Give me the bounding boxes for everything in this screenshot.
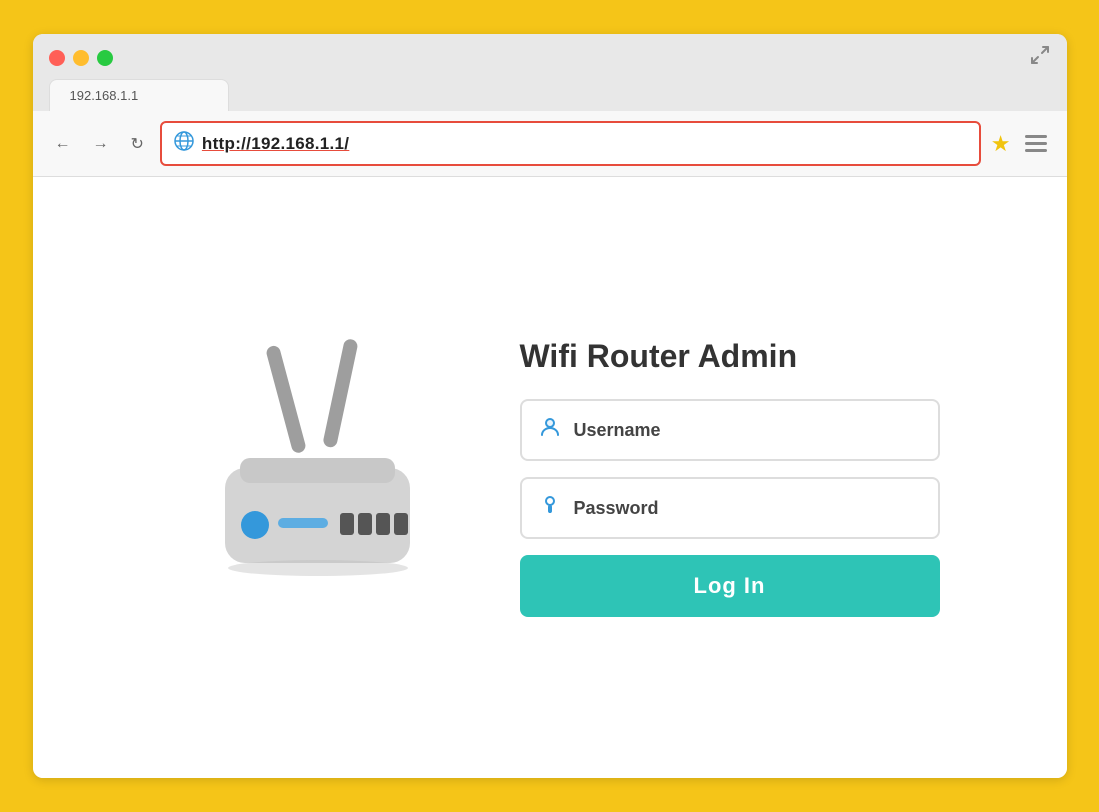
login-form: Wifi Router Admin Username (520, 338, 940, 617)
login-button[interactable]: Log In (520, 555, 940, 617)
forward-button[interactable]: → (87, 131, 115, 157)
tab-label: 192.168.1.1 (70, 88, 139, 103)
password-icon (538, 493, 562, 523)
login-title: Wifi Router Admin (520, 338, 940, 375)
menu-line-3 (1025, 149, 1047, 152)
menu-line-2 (1025, 142, 1047, 145)
minimize-button[interactable] (73, 50, 89, 66)
menu-icon[interactable] (1021, 131, 1051, 156)
username-label: Username (574, 420, 661, 441)
browser-window: 192.168.1.1 ← → ↻ http://192. (33, 34, 1067, 778)
password-field[interactable]: Password (520, 477, 940, 539)
page-content: Wifi Router Admin Username (33, 177, 1067, 778)
username-icon (538, 415, 562, 445)
outer-border: 192.168.1.1 ← → ↻ http://192. (25, 26, 1075, 786)
username-field[interactable]: Username (520, 399, 940, 461)
bookmark-icon[interactable]: ★ (991, 131, 1011, 157)
nav-bar: ← → ↻ http://192.168.1.1/ ★ (33, 111, 1067, 177)
url-text: http://192.168.1.1/ (202, 134, 349, 154)
close-button[interactable] (49, 50, 65, 66)
refresh-button[interactable]: ↻ (125, 130, 150, 158)
globe-icon (174, 131, 194, 156)
window-controls (49, 50, 113, 66)
tab-bar: 192.168.1.1 (49, 79, 1051, 111)
router-illustration (160, 318, 460, 638)
title-bar: 192.168.1.1 (33, 34, 1067, 111)
maximize-button[interactable] (97, 50, 113, 66)
browser-tab[interactable]: 192.168.1.1 (49, 79, 229, 111)
back-button[interactable]: ← (49, 131, 77, 157)
password-label: Password (574, 498, 659, 519)
fullscreen-icon[interactable] (1029, 44, 1051, 71)
menu-line-1 (1025, 135, 1047, 138)
address-bar[interactable]: http://192.168.1.1/ (160, 121, 981, 166)
